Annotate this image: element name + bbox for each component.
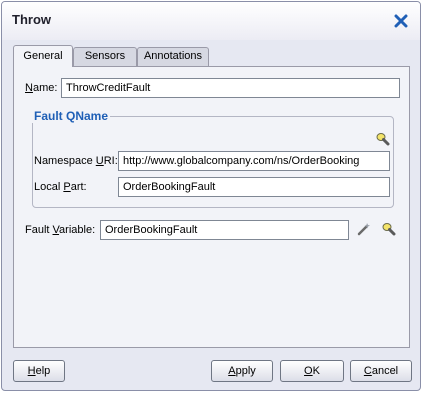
name-label-mnemonic: N	[25, 82, 33, 94]
flashlight-icon[interactable]	[382, 222, 396, 236]
namespace-label-post: RI:	[103, 155, 118, 167]
namespace-label-mnemonic: U	[95, 155, 104, 167]
local-part-label: Local Part:	[34, 181, 87, 193]
namespace-uri-label: Namespace URI:	[34, 155, 118, 167]
cancel-button[interactable]: Cancel	[350, 360, 412, 382]
ok-mnemonic: O	[304, 365, 313, 377]
apply-label: pply	[235, 365, 256, 377]
local-part-input[interactable]: OrderBookingFault	[118, 177, 390, 197]
name-input[interactable]: ThrowCreditFault	[61, 78, 400, 98]
ok-button[interactable]: OK	[280, 360, 344, 382]
throw-dialog: Throw General Sensors Annotations Name: …	[1, 1, 421, 391]
namespace-uri-input[interactable]: http://www.globalcompany.com/ns/OrderBoo…	[118, 151, 390, 171]
name-label: Name:	[25, 82, 57, 94]
close-icon[interactable]	[394, 14, 408, 28]
fault-qname-title: Fault QName	[32, 109, 111, 123]
ok-label: K	[312, 365, 320, 377]
tab-annotations[interactable]: Annotations	[137, 47, 209, 66]
help-button[interactable]: Help	[13, 360, 65, 382]
cancel-label: ancel	[371, 365, 399, 377]
general-panel: Name: ThrowCreditFault Fault QName Names…	[13, 66, 410, 348]
fault-variable-label: Fault Variable:	[25, 224, 95, 236]
local-part-label-pre: Local	[34, 181, 64, 193]
fault-variable-label-pre: Fault	[25, 224, 53, 236]
dialog-titlebar: Throw	[2, 2, 420, 40]
local-part-label-mnemonic: P	[63, 181, 71, 193]
namespace-label-pre: Namespace	[34, 155, 96, 167]
apply-button[interactable]: Apply	[211, 360, 273, 382]
fault-variable-input[interactable]: OrderBookingFault	[100, 220, 349, 240]
name-label-text: ame:	[32, 82, 58, 94]
tab-general-label: General	[23, 50, 63, 62]
flashlight-icon[interactable]	[376, 132, 390, 146]
tab-annotations-label: Annotations	[143, 50, 203, 62]
help-mnemonic: H	[27, 365, 36, 377]
cancel-mnemonic: C	[363, 365, 372, 377]
apply-mnemonic: A	[228, 365, 236, 377]
tab-general[interactable]: General	[13, 45, 73, 67]
tab-sensors[interactable]: Sensors	[73, 47, 137, 66]
wand-icon[interactable]	[357, 222, 371, 236]
fault-variable-label-post: ariable:	[59, 224, 96, 236]
local-part-label-post: art:	[70, 181, 87, 193]
tab-sensors-label: Sensors	[84, 50, 126, 62]
help-label: elp	[35, 365, 51, 377]
dialog-title: Throw	[12, 12, 51, 27]
